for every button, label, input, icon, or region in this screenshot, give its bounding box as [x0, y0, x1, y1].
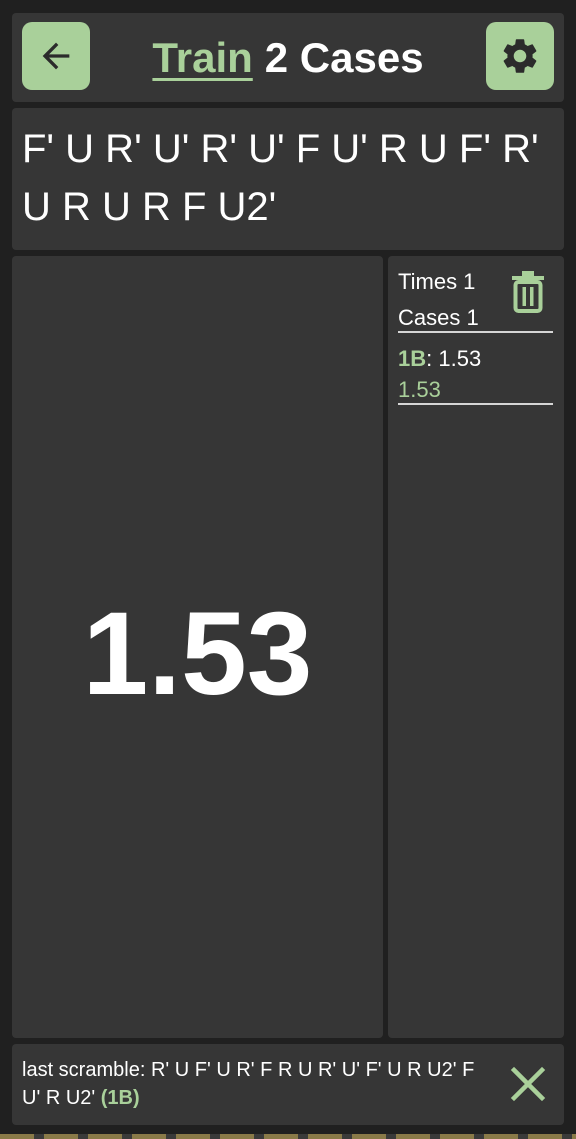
bottom-edge-strip: [0, 1134, 576, 1139]
train-link[interactable]: Train: [152, 34, 252, 82]
settings-button[interactable]: [486, 22, 554, 90]
last-scramble-prefix: last scramble:: [22, 1059, 151, 1081]
stats-divider: [398, 331, 553, 333]
cases-count: Cases 1: [398, 305, 479, 330]
times-count: Times 1: [398, 269, 476, 294]
last-scramble-bar: last scramble: R' U F' U R' F R U R' U' …: [12, 1044, 564, 1125]
timer-display: 1.53: [82, 588, 313, 720]
last-scramble-text: last scramble: R' U F' U R' F R U R' U' …: [22, 1056, 482, 1112]
stats-panel: Times 1 Cases 1 1B: 1.53 1.53: [388, 256, 564, 1038]
result-entry[interactable]: 1B: 1.53: [398, 346, 481, 372]
scramble-panel: F' U R' U' R' U' F U' R U F' R' U R U R …: [12, 108, 564, 250]
delete-button[interactable]: [508, 270, 548, 314]
scramble-text: F' U R' U' R' U' F U' R U F' R' U R U R …: [22, 127, 539, 229]
cases-count-title: 2 Cases: [264, 33, 424, 81]
back-button[interactable]: [22, 22, 90, 90]
close-button[interactable]: [504, 1060, 552, 1108]
trash-icon: [512, 271, 544, 313]
stats-divider: [398, 403, 553, 405]
result-case-label: 1B: [398, 346, 427, 371]
page-title: Train 2 Cases: [102, 13, 474, 102]
timer-area[interactable]: 1.53: [12, 256, 383, 1038]
gear-icon: [503, 39, 537, 73]
last-scramble-case: (1B): [100, 1087, 140, 1109]
arrow-left-icon: [42, 42, 70, 70]
result-average: 1.53: [398, 377, 441, 402]
result-time: 1.53: [438, 346, 482, 371]
header-bar: Train 2 Cases: [12, 13, 564, 102]
result-separator: :: [426, 346, 439, 371]
close-icon: [510, 1066, 546, 1102]
